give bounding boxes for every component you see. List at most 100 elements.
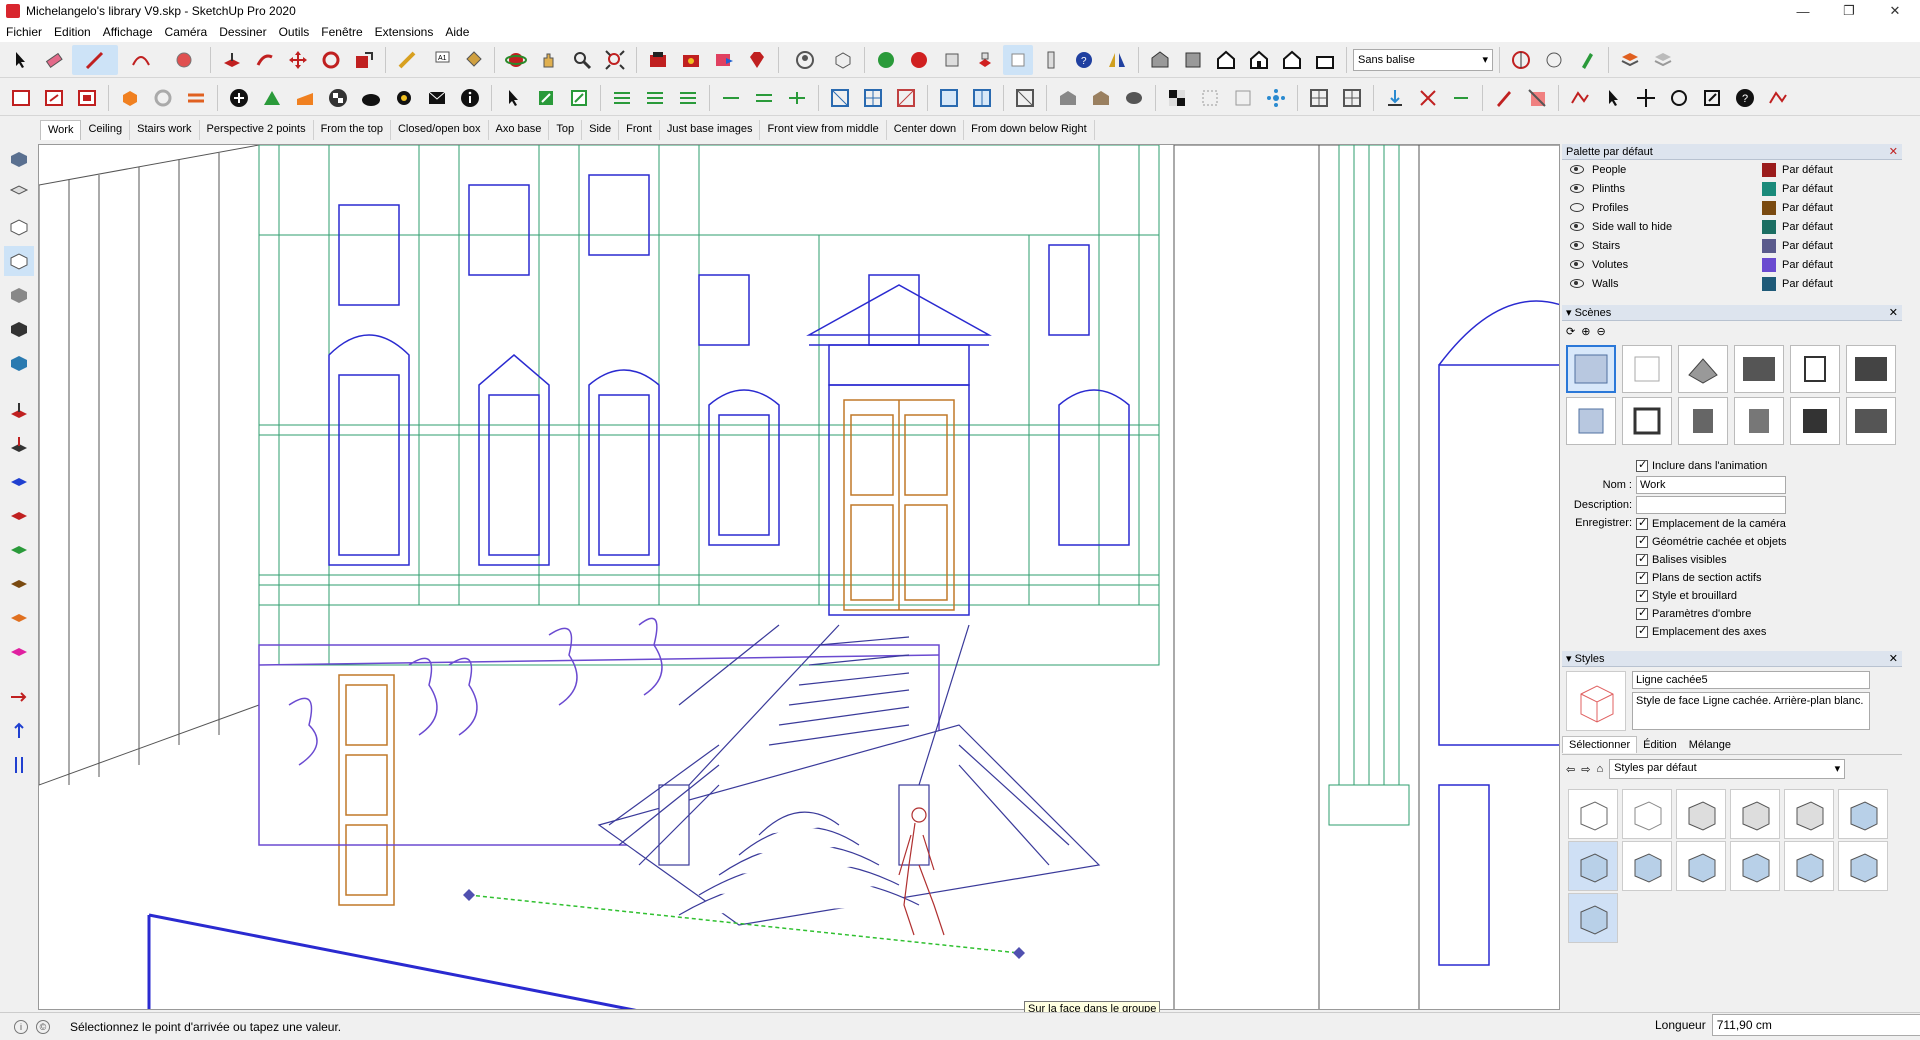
forward-arrow-icon[interactable]: ⇨ bbox=[1581, 763, 1590, 776]
select-arrow-button[interactable] bbox=[498, 83, 528, 113]
tag-row[interactable]: Volutes Par défaut bbox=[1562, 255, 1902, 274]
pan-button[interactable] bbox=[534, 45, 564, 75]
minimize-button[interactable]: — bbox=[1780, 0, 1826, 22]
scene-thumbnail[interactable] bbox=[1678, 345, 1728, 393]
eye-icon[interactable] bbox=[1570, 241, 1584, 250]
styles-collection-select[interactable]: Styles par défaut ▾ bbox=[1609, 759, 1846, 779]
distribute-h-button[interactable] bbox=[716, 83, 746, 113]
align-right-button[interactable] bbox=[673, 83, 703, 113]
checkbox-icon[interactable] bbox=[1636, 552, 1648, 566]
add-location-button[interactable] bbox=[224, 83, 254, 113]
scene-thumbnail[interactable] bbox=[1846, 345, 1896, 393]
home-icon[interactable]: ⌂ bbox=[1596, 763, 1603, 775]
tab-stairs-work[interactable]: Stairs work bbox=[130, 120, 200, 140]
hidden-line-button[interactable] bbox=[1036, 45, 1066, 75]
toggle-terrain-button[interactable] bbox=[257, 83, 287, 113]
push-pull-5-button[interactable] bbox=[4, 532, 34, 562]
section-plane-button[interactable] bbox=[1506, 45, 1536, 75]
style-thumbnail[interactable] bbox=[1730, 841, 1780, 891]
tag-row[interactable]: Side wall to hide Par défaut bbox=[1562, 217, 1902, 236]
tag-selector[interactable]: Sans balise ▾ bbox=[1353, 48, 1493, 71]
save-hidden-geometry-checkbox[interactable]: Géométrie cachée et objets bbox=[1636, 533, 1787, 551]
left-view-button[interactable] bbox=[1310, 45, 1340, 75]
front-view-button[interactable] bbox=[1211, 45, 1241, 75]
curve-2-button[interactable] bbox=[1763, 83, 1793, 113]
purge-button[interactable] bbox=[1446, 83, 1476, 113]
tag-color-swatch[interactable] bbox=[1762, 219, 1776, 234]
scene-description-field[interactable] bbox=[1636, 496, 1786, 514]
layers-window-button[interactable] bbox=[1648, 45, 1678, 75]
style-thumbnail[interactable] bbox=[1838, 841, 1888, 891]
checkbox-icon[interactable] bbox=[1636, 534, 1648, 548]
sandbox-subtract-button[interactable] bbox=[904, 45, 934, 75]
scene-thumbnail[interactable] bbox=[1566, 397, 1616, 445]
rotate-button[interactable] bbox=[316, 45, 346, 75]
tab-ceiling[interactable]: Ceiling bbox=[81, 120, 131, 140]
scene-name-field[interactable]: Work bbox=[1636, 476, 1786, 494]
tab-side[interactable]: Side bbox=[582, 120, 620, 140]
iso-view-button[interactable] bbox=[1145, 45, 1175, 75]
sandbox-add-button[interactable] bbox=[871, 45, 901, 75]
tag-row[interactable]: Profiles Par défaut bbox=[1562, 198, 1902, 217]
save-axes-checkbox[interactable]: Emplacement des axes bbox=[1636, 623, 1787, 641]
scenes-panel-header[interactable]: ▾ Scènes ✕ bbox=[1562, 305, 1902, 321]
view-iso-button[interactable] bbox=[4, 144, 34, 174]
flip-button[interactable] bbox=[1195, 83, 1225, 113]
texture-2-button[interactable] bbox=[1086, 83, 1116, 113]
send-to-layout-button[interactable] bbox=[39, 83, 69, 113]
zoom-button[interactable] bbox=[567, 45, 597, 75]
tag-row[interactable]: People Par défaut bbox=[1562, 160, 1902, 179]
tag-color-swatch[interactable] bbox=[1762, 200, 1776, 215]
pointer-button[interactable] bbox=[1598, 83, 1628, 113]
photo-textures-button[interactable] bbox=[290, 83, 320, 113]
tab-top[interactable]: Top bbox=[549, 120, 583, 140]
tag-row[interactable]: Plinths Par défaut bbox=[1562, 179, 1902, 198]
save-camera-checkbox[interactable]: Emplacement de la caméra bbox=[1636, 515, 1787, 533]
scale-box-button[interactable] bbox=[1697, 83, 1727, 113]
eye-icon[interactable] bbox=[1570, 222, 1584, 231]
tab-melange[interactable]: Mélange bbox=[1683, 737, 1737, 753]
extension-warehouse-button[interactable] bbox=[676, 45, 706, 75]
tag-color-swatch[interactable] bbox=[1762, 238, 1776, 253]
scale-button[interactable] bbox=[349, 45, 379, 75]
grid-tool-3-button[interactable] bbox=[891, 83, 921, 113]
delete-guides-button[interactable] bbox=[1413, 83, 1443, 113]
outer-shell-button[interactable] bbox=[937, 45, 967, 75]
style-thumbnail[interactable] bbox=[1622, 841, 1672, 891]
grid-tool-1-button[interactable] bbox=[825, 83, 855, 113]
zoom-extents-button[interactable] bbox=[600, 45, 630, 75]
components-button[interactable] bbox=[115, 83, 145, 113]
style-thumbnail[interactable] bbox=[1622, 789, 1672, 839]
solid-tools-button[interactable] bbox=[828, 45, 858, 75]
checker-button[interactable] bbox=[323, 83, 353, 113]
grid-tool-4-button[interactable] bbox=[934, 83, 964, 113]
right-view-button[interactable] bbox=[1244, 45, 1274, 75]
distribute-spacing-button[interactable] bbox=[782, 83, 812, 113]
tags-window-button[interactable] bbox=[1615, 45, 1645, 75]
text-tool-button[interactable]: A1 bbox=[425, 45, 455, 75]
tab-perspective-2-points[interactable]: Perspective 2 points bbox=[199, 120, 314, 140]
menu-affichage[interactable]: Affichage bbox=[97, 25, 159, 39]
display-section-cuts-button[interactable] bbox=[1572, 45, 1602, 75]
move-cross-button[interactable] bbox=[1631, 83, 1661, 113]
push-pull-button[interactable] bbox=[217, 45, 247, 75]
checkbox-icon[interactable] bbox=[1636, 606, 1648, 620]
tab-just-base-images[interactable]: Just base images bbox=[659, 120, 761, 140]
mail-button[interactable] bbox=[422, 83, 452, 113]
explode-button[interactable] bbox=[1228, 83, 1258, 113]
cloud-upload-button[interactable] bbox=[356, 83, 386, 113]
tab-front[interactable]: Front bbox=[619, 120, 660, 140]
tray-scrollbar[interactable] bbox=[1902, 144, 1920, 1012]
close-icon[interactable]: ✕ bbox=[1889, 306, 1898, 319]
tab-selectionner[interactable]: Sélectionner bbox=[1562, 736, 1638, 753]
select-tool-button[interactable] bbox=[6, 45, 36, 75]
refresh-button[interactable] bbox=[148, 83, 178, 113]
eye-icon[interactable] bbox=[1570, 165, 1584, 174]
distribute-v-button[interactable] bbox=[749, 83, 779, 113]
help-button[interactable]: ? bbox=[1730, 83, 1760, 113]
view-front-button[interactable] bbox=[4, 212, 34, 242]
add-scene-icon[interactable]: ⊕ bbox=[1581, 325, 1590, 338]
checkbox-icon[interactable] bbox=[1636, 588, 1648, 602]
collapse-icon[interactable]: ▾ bbox=[1566, 653, 1575, 665]
tab-edition[interactable]: Édition bbox=[1637, 737, 1683, 753]
